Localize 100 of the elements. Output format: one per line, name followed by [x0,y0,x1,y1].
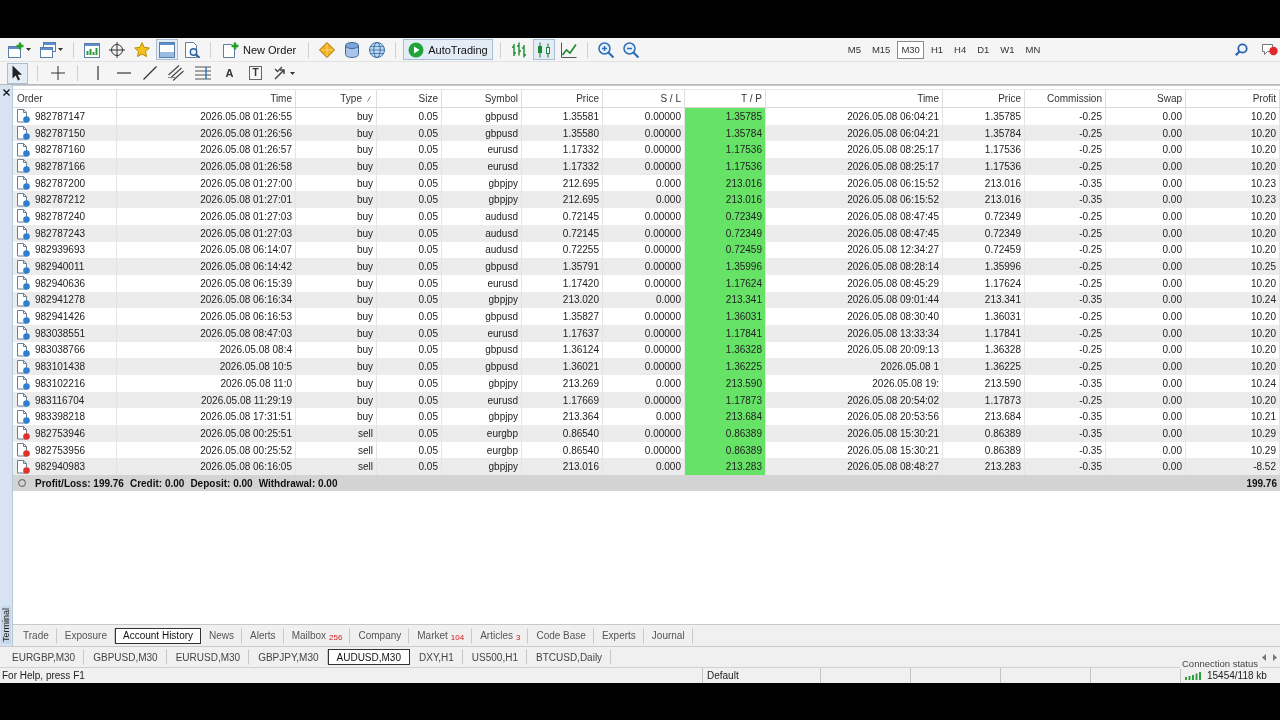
column-header[interactable]: T / P [685,90,766,107]
chat-bubble-icon[interactable] [1262,41,1278,58]
table-cell: sell [296,425,377,442]
column-header[interactable]: Price [943,90,1025,107]
column-header[interactable]: Type [296,90,377,107]
timeframe-button[interactable]: M15 [867,40,895,59]
table-row[interactable]: 982940011 2026.05.08 06:14:42 buy 0.05 gbpusd 1.35791 0.00000 1.35996 2026.05.08 08:28:14 1.35996 -0.25 0.00 10.25 [13,258,1280,275]
table-cell: gbpjpy [442,375,522,392]
tab[interactable]: Alerts [242,627,284,644]
parallel-lines-icon [168,65,184,81]
table-row[interactable]: 982940983 2026.05.08 06:16:05 sell 0.05 gbpjpy 213.016 0.000 213.283 2026.05.08 08:48:27 213.283 -0.35 0.00 -8.52 [13,458,1280,476]
tab[interactable]: Account History [115,627,202,644]
arrows-icon [274,66,288,80]
tab[interactable]: Experts [593,627,644,644]
column-header[interactable]: Time [117,90,296,107]
table-cell: buy [296,258,377,275]
signal-bars-icon[interactable] [1185,671,1203,680]
chart-tab[interactable]: EURGBP,M30 [3,649,85,665]
toolbar-button[interactable]: A [219,62,240,84]
toolbar-button[interactable]: AutoTrading [403,39,493,60]
tab[interactable]: Market 104 [409,627,473,644]
column-header[interactable]: Size [377,90,442,107]
scroll-left-icon[interactable] [1262,653,1266,661]
toolbar-button[interactable]: T [245,62,266,84]
table-cell: 0.05 [377,324,442,342]
table-cell: 2026.05.08 11:29:19 [117,391,296,409]
timeframe-button[interactable]: W1 [996,40,1019,59]
table-row[interactable]: 982941426 2026.05.08 06:16:53 buy 0.05 gbpusd 1.35827 0.00000 1.36031 2026.05.08 08:30:40 1.36031 -0.25 0.00 10.20 [13,308,1280,325]
timeframe-button[interactable]: D1 [973,40,994,59]
table-row[interactable]: 983038551 2026.05.08 08:47:03 buy 0.05 eurusd 1.17637 0.00000 1.17841 2026.05.08 13:33:34 1.17841 -0.25 0.00 10.20 [13,324,1280,342]
summary-text: Deposit: 0.00 [190,477,253,489]
tab[interactable]: Mailbox 256 [283,627,351,644]
table-cell: -0.35 [1025,291,1106,309]
table-row[interactable]: 982787166 2026.05.08 01:26:58 buy 0.05 eurusd 1.17332 0.00000 1.17536 2026.05.08 08:25:17 1.17536 -0.25 0.00 10.20 [13,158,1280,175]
column-header[interactable]: S / L [603,90,685,107]
search-icon[interactable] [1235,43,1248,56]
diagonal-line-icon [142,66,157,80]
table-row[interactable]: 982940636 2026.05.08 06:15:39 buy 0.05 eurusd 1.17420 0.00000 1.17624 2026.05.08 08:45:29 1.17624 -0.25 0.00 10.20 [13,274,1280,292]
table-row[interactable]: 983101438 2026.05.08 10:5 buy 0.05 gbpusd 1.36021 0.00000 1.36225 2026.05.08 1 1.36225 -0.25 0.00 10.20 [13,358,1280,375]
table-row[interactable]: 982787243 2026.05.08 01:27:03 buy 0.05 audusd 0.72145 0.00000 0.72349 2026.05.08 08:47:45 0.72349 -0.25 0.00 10.20 [13,224,1280,242]
timeframe-button[interactable]: M30 [897,40,924,59]
circle-icon [18,479,26,488]
timeframe-button[interactable]: MN [1021,40,1045,59]
column-header[interactable]: Commission [1025,90,1106,107]
timeframe-button[interactable]: H4 [950,40,971,59]
column-header[interactable]: Symbol [442,90,522,107]
line-chart-icon [560,41,577,58]
table-row[interactable]: 982941278 2026.05.08 06:16:34 buy 0.05 gbpjpy 213.020 0.000 213.341 2026.05.08 09:01:44 213.341 -0.35 0.00 10.24 [13,291,1280,309]
chart-tab[interactable]: US500,H1 [462,649,527,665]
table-cell: gbpusd [442,358,522,375]
tab[interactable]: News [201,627,243,644]
tab[interactable]: Journal [643,627,693,644]
column-header[interactable]: Price [522,90,603,107]
close-icon[interactable] [2,89,10,96]
toolbar-button[interactable] [7,62,28,84]
table-cell: 2026.05.08 01:27:03 [117,224,296,242]
table-row[interactable]: 983102216 2026.05.08 11:0 buy 0.05 gbpjpy 213.269 0.000 213.590 2026.05.08 19: 213.590 -0.35 0.00 10.24 [13,375,1280,392]
timeframe-button[interactable]: H1 [926,40,948,59]
toolbar-button[interactable]: New Order [218,39,302,60]
table-cell: 0.05 [377,425,442,442]
column-header[interactable]: Profit [1186,90,1280,107]
document-icon [17,443,30,458]
tab[interactable]: Code Base [528,627,594,644]
table-cell: 1.35791 [522,258,603,275]
scroll-right-icon[interactable] [1273,653,1277,661]
table-cell: 1.36225 [685,358,766,375]
table-cell: -0.25 [1025,391,1106,409]
chart-tab[interactable]: GBPJPY,M30 [249,649,328,665]
document-icon [17,459,30,474]
tab[interactable]: Company [350,627,410,644]
document-icon [17,326,30,341]
table-row[interactable]: 983116704 2026.05.08 11:29:19 buy 0.05 eurusd 1.17669 0.00000 1.17873 2026.05.08 20:54:02 1.17873 -0.25 0.00 10.20 [13,391,1280,409]
table-row[interactable]: 982787212 2026.05.08 01:27:01 buy 0.05 gbpjpy 212.695 0.000 213.016 2026.05.08 06:15:52 213.016 -0.35 0.00 10.23 [13,191,1280,209]
chart-tab[interactable]: DXY,H1 [410,649,463,665]
toolbar-button[interactable] [165,62,187,84]
table-cell: 2026.05.08 08:47:03 [117,324,296,342]
table-cell: 2026.05.08 08:47:45 [766,224,943,242]
column-header[interactable]: Time [766,90,943,107]
table-cell: 0.00 [1106,158,1186,175]
tab[interactable]: Trade [15,627,57,644]
table-row[interactable]: 982787240 2026.05.08 01:27:03 buy 0.05 audusd 0.72145 0.00000 0.72349 2026.05.08 08:47:45 0.72349 -0.25 0.00 10.20 [13,208,1280,225]
table-cell: gbpjpy [442,291,522,309]
table-cell: 212.695 [522,191,603,209]
table-row[interactable]: 982787147 2026.05.08 01:26:55 buy 0.05 gbpusd 1.35581 0.00000 1.35785 2026.05.08 06:04:21 1.35785 -0.25 0.00 10.20 [13,108,1280,125]
column-header[interactable]: Swap [1106,90,1186,107]
document-icon [17,259,30,274]
chart-tab[interactable]: BTCUSD,Daily [527,649,612,665]
tab[interactable]: Articles 3 [472,627,529,644]
table-row[interactable]: 982753946 2026.05.08 00:25:51 sell 0.05 eurgbp 0.86540 0.00000 0.86389 2026.05.08 15:30:21 0.86389 -0.35 0.00 10.29 [13,425,1280,442]
chart-tab[interactable]: EURUSD,M30 [166,649,250,665]
timeframe-button[interactable]: M5 [843,40,865,59]
chart-tab[interactable]: GBPUSD,M30 [84,649,167,665]
column-header[interactable]: Order [13,90,117,107]
table-cell: 982787147 [35,110,86,122]
table-row[interactable]: 982787150 2026.05.08 01:26:56 buy 0.05 gbpusd 1.35580 0.00000 1.35784 2026.05.08 06:04:21 1.35784 -0.25 0.00 10.20 [13,124,1280,142]
table-cell: eurusd [442,324,522,342]
document-icon [17,126,30,141]
table-cell: gbpjpy [442,191,522,209]
chart-tab[interactable]: AUDUSD,M30 [327,649,410,665]
table-cell: 0.05 [377,391,442,409]
